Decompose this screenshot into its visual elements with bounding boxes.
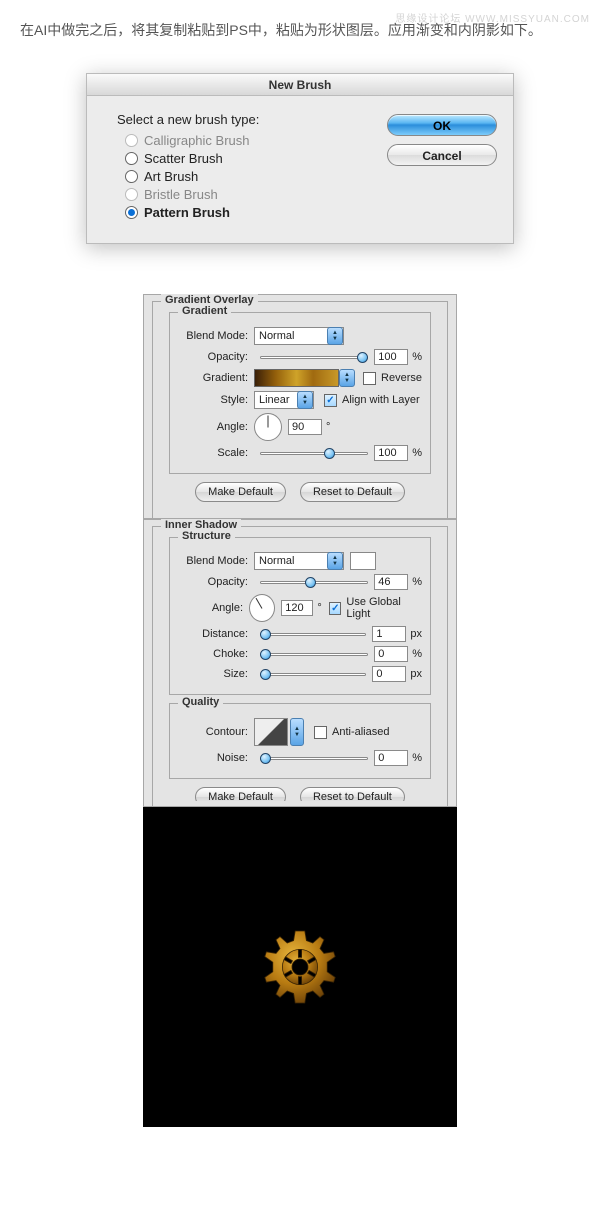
make-default-button[interactable]: Make Default <box>195 787 286 801</box>
dialog-title: New Brush <box>87 74 513 96</box>
quality-section-label: Quality <box>178 696 223 708</box>
result-preview <box>143 807 457 1127</box>
radio-icon <box>125 170 138 183</box>
unit-label: px <box>410 668 422 680</box>
noise-slider[interactable] <box>260 751 368 765</box>
radio-label: Pattern Brush <box>144 205 230 220</box>
gear-icon <box>260 927 340 1007</box>
radio-label: Calligraphic Brush <box>144 133 250 148</box>
unit-label: % <box>412 447 422 459</box>
radio-icon <box>125 152 138 165</box>
unit-label: px <box>410 628 422 640</box>
structure-section-label: Structure <box>178 530 235 542</box>
choke-input[interactable]: 0 <box>374 646 408 662</box>
opacity-input[interactable]: 46 <box>374 574 408 590</box>
antialiased-label: Anti-aliased <box>332 726 389 738</box>
angle-label: Angle: <box>178 421 248 433</box>
cancel-button[interactable]: Cancel <box>387 144 497 166</box>
chevron-updown-icon: ▲▼ <box>297 391 313 409</box>
angle-input[interactable]: 90 <box>288 419 322 435</box>
reset-default-button[interactable]: Reset to Default <box>300 482 405 502</box>
shadow-color-swatch[interactable] <box>350 552 376 570</box>
angle-dial[interactable] <box>254 413 282 441</box>
align-layer-label: Align with Layer <box>342 394 420 406</box>
chevron-updown-icon[interactable]: ▲▼ <box>290 718 304 746</box>
gradient-overlay-panel: Gradient Overlay Gradient Blend Mode: No… <box>143 294 457 519</box>
distance-label: Distance: <box>178 628 248 640</box>
noise-label: Noise: <box>178 752 248 764</box>
make-default-button[interactable]: Make Default <box>195 482 286 502</box>
style-label: Style: <box>178 394 248 406</box>
radio-icon <box>125 206 138 219</box>
blend-mode-label: Blend Mode: <box>178 330 248 342</box>
unit-label: % <box>412 648 422 660</box>
unit-label: % <box>412 351 422 363</box>
dropdown-value: Normal <box>259 555 294 567</box>
radio-scatter[interactable]: Scatter Brush <box>125 151 387 166</box>
opacity-slider[interactable] <box>260 575 368 589</box>
dropdown-value: Linear <box>259 394 290 406</box>
distance-slider[interactable] <box>260 627 366 641</box>
intro-paragraph: 在AI中做完之后，将其复制粘贴到PS中，粘贴为形状图层。应用渐变和内阴影如下。 <box>0 0 600 53</box>
opacity-label: Opacity: <box>178 351 248 363</box>
contour-preview[interactable] <box>254 718 288 746</box>
opacity-label: Opacity: <box>178 576 248 588</box>
chevron-updown-icon: ▲▼ <box>327 552 343 570</box>
radio-art[interactable]: Art Brush <box>125 169 387 184</box>
size-input[interactable]: 0 <box>372 666 406 682</box>
unit-label: % <box>412 752 422 764</box>
unit-label: % <box>412 576 422 588</box>
watermark-text: 思缘设计论坛 WWW.MISSYUAN.COM <box>395 10 590 25</box>
chevron-updown-icon: ▲▼ <box>339 369 355 387</box>
reverse-checkbox[interactable] <box>363 372 376 385</box>
radio-icon <box>125 188 138 201</box>
distance-input[interactable]: 1 <box>372 626 406 642</box>
brush-type-prompt: Select a new brush type: <box>117 112 387 127</box>
scale-input[interactable]: 100 <box>374 445 408 461</box>
angle-dial[interactable] <box>249 594 275 622</box>
blend-mode-dropdown[interactable]: Normal ▲▼ <box>254 552 344 570</box>
radio-bristle: Bristle Brush <box>125 187 387 202</box>
radio-label: Bristle Brush <box>144 187 218 202</box>
radio-icon <box>125 134 138 147</box>
style-dropdown[interactable]: Linear ▲▼ <box>254 391 314 409</box>
noise-input[interactable]: 0 <box>374 750 408 766</box>
unit-label: ° <box>326 421 330 433</box>
inner-shadow-panel: Inner Shadow Structure Blend Mode: Norma… <box>143 519 457 807</box>
blend-mode-label: Blend Mode: <box>178 555 248 567</box>
dropdown-value: Normal <box>259 330 294 342</box>
antialiased-checkbox[interactable] <box>314 726 327 739</box>
gradient-label: Gradient: <box>178 372 248 384</box>
opacity-slider[interactable] <box>260 350 368 364</box>
ok-button[interactable]: OK <box>387 114 497 136</box>
unit-label: ° <box>317 602 321 614</box>
radio-calligraphic: Calligraphic Brush <box>125 133 387 148</box>
radio-label: Art Brush <box>144 169 198 184</box>
gradient-section-label: Gradient <box>178 305 231 317</box>
size-label: Size: <box>178 668 248 680</box>
size-slider[interactable] <box>260 667 366 681</box>
scale-label: Scale: <box>178 447 248 459</box>
radio-pattern[interactable]: Pattern Brush <box>125 205 387 220</box>
use-global-light-label: Use Global Light <box>346 596 422 620</box>
angle-input[interactable]: 120 <box>281 600 313 616</box>
gradient-swatch[interactable]: ▲▼ <box>254 369 339 387</box>
choke-slider[interactable] <box>260 647 368 661</box>
reverse-label: Reverse <box>381 372 422 384</box>
align-layer-checkbox[interactable]: ✓ <box>324 394 337 407</box>
new-brush-dialog: New Brush Select a new brush type: Calli… <box>86 73 514 244</box>
use-global-light-checkbox[interactable]: ✓ <box>329 602 341 615</box>
choke-label: Choke: <box>178 648 248 660</box>
angle-label: Angle: <box>178 602 243 614</box>
contour-label: Contour: <box>178 726 248 738</box>
chevron-updown-icon: ▲▼ <box>327 327 343 345</box>
scale-slider[interactable] <box>260 446 368 460</box>
radio-label: Scatter Brush <box>144 151 223 166</box>
blend-mode-dropdown[interactable]: Normal ▲▼ <box>254 327 344 345</box>
opacity-input[interactable]: 100 <box>374 349 408 365</box>
reset-default-button[interactable]: Reset to Default <box>300 787 405 801</box>
